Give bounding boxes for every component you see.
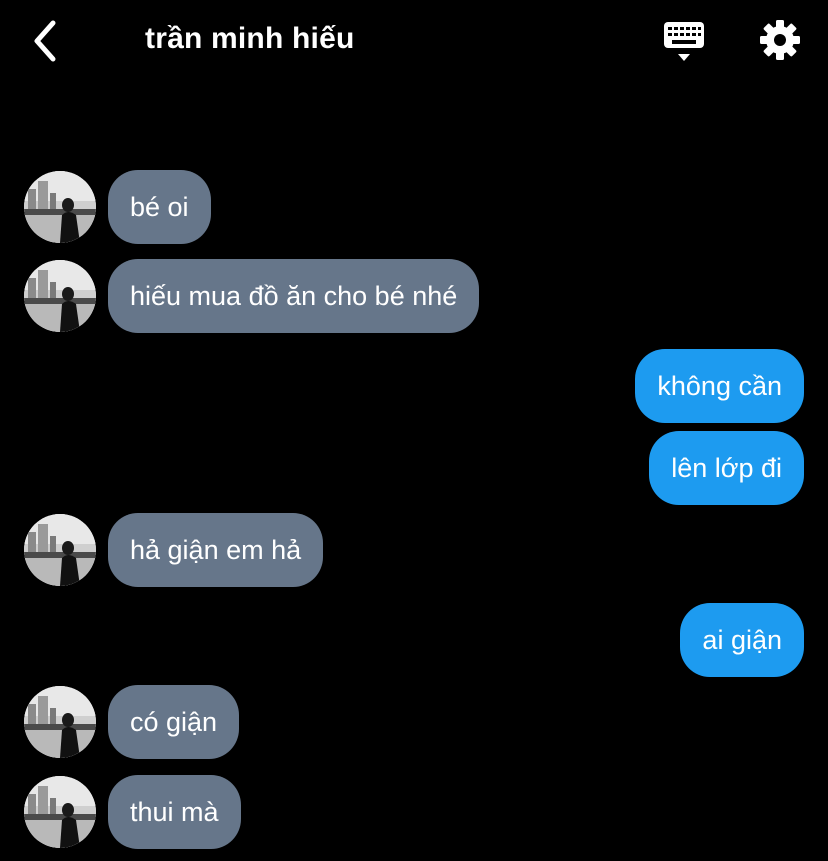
outgoing-message[interactable]: lên lớp đi	[649, 431, 804, 505]
profile-photo	[24, 776, 96, 848]
message-row: thui mà	[0, 775, 828, 849]
message-row: hiếu mua đồ ăn cho bé nhé	[0, 259, 828, 333]
conversation-title: trần minh hiếu	[145, 22, 355, 55]
message-row: không cần	[0, 349, 828, 423]
avatar[interactable]	[24, 171, 96, 243]
incoming-message[interactable]: có giận	[108, 685, 240, 759]
chat-header: trần minh hiếu	[0, 0, 828, 82]
message-row: có giận	[0, 685, 828, 759]
outgoing-message[interactable]: ai giận	[680, 603, 804, 677]
message-row: hả giận em hả	[0, 513, 828, 587]
incoming-message[interactable]: bé oi	[108, 170, 211, 244]
chevron-left-icon	[34, 20, 56, 62]
profile-photo	[24, 686, 96, 758]
avatar[interactable]	[24, 776, 96, 848]
keyboard-icon	[664, 22, 704, 61]
avatar[interactable]	[24, 686, 96, 758]
profile-photo	[24, 171, 96, 243]
incoming-message[interactable]: hả giận em hả	[108, 513, 324, 587]
outgoing-message[interactable]: không cần	[635, 349, 804, 423]
incoming-message[interactable]: hiếu mua đồ ăn cho bé nhé	[108, 259, 480, 333]
gear-icon	[760, 20, 800, 60]
profile-photo	[24, 514, 96, 586]
message-row: bé oi	[0, 170, 828, 244]
profile-photo	[24, 260, 96, 332]
keyboard-button[interactable]	[660, 18, 708, 66]
avatar[interactable]	[24, 514, 96, 586]
message-row: ai giận	[0, 603, 828, 677]
incoming-message[interactable]: thui mà	[108, 775, 241, 849]
settings-button[interactable]	[756, 18, 804, 62]
message-row: lên lớp đi	[0, 431, 828, 505]
avatar[interactable]	[24, 260, 96, 332]
back-button[interactable]	[22, 14, 66, 68]
